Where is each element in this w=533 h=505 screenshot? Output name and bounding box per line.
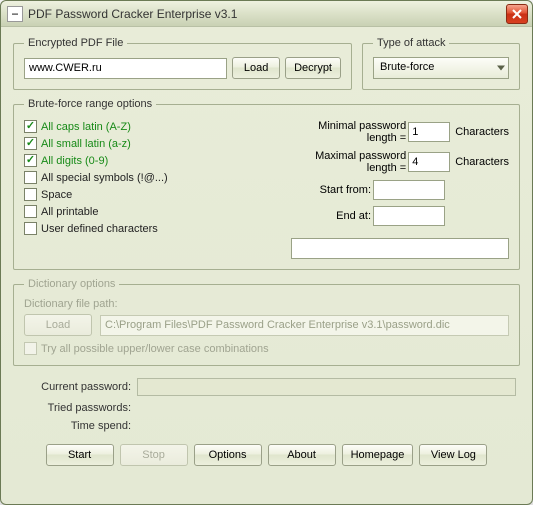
- userdef-chars-input: [291, 238, 509, 259]
- check-small-latin[interactable]: [24, 137, 37, 150]
- window-title: PDF Password Cracker Enterprise v3.1: [28, 7, 506, 21]
- time-spend-label: Time spend:: [17, 420, 137, 432]
- check-userdef[interactable]: [24, 222, 37, 235]
- check-space-label: Space: [41, 189, 72, 201]
- check-userdef-label: User defined characters: [41, 223, 158, 235]
- pdf-path-input[interactable]: [24, 58, 227, 79]
- load-pdf-button[interactable]: Load: [232, 57, 280, 79]
- max-length-label: Maximal password length =: [291, 150, 406, 174]
- encrypted-file-group: Encrypted PDF File Load Decrypt: [13, 37, 352, 90]
- start-from-label: Start from:: [320, 184, 371, 196]
- check-space[interactable]: [24, 188, 37, 201]
- dictionary-legend: Dictionary options: [24, 278, 119, 290]
- app-window: PDF Password Cracker Enterprise v3.1 Enc…: [0, 0, 533, 505]
- tried-passwords-label: Tried passwords:: [17, 402, 137, 414]
- dictionary-group: Dictionary options Dictionary file path:…: [13, 278, 520, 366]
- attack-type-legend: Type of attack: [373, 37, 449, 49]
- max-length-suffix: Characters: [452, 156, 509, 168]
- about-button[interactable]: About: [268, 444, 336, 466]
- max-length-input[interactable]: [408, 152, 450, 172]
- close-icon: [512, 9, 522, 19]
- check-caps-latin[interactable]: [24, 120, 37, 133]
- close-button[interactable]: [506, 4, 528, 24]
- check-case-combos: [24, 342, 37, 355]
- current-password-label: Current password:: [17, 381, 137, 393]
- check-special[interactable]: [24, 171, 37, 184]
- check-digits-label: All digits (0-9): [41, 155, 108, 167]
- load-dictionary-button: Load: [24, 314, 92, 336]
- start-button[interactable]: Start: [46, 444, 114, 466]
- min-length-suffix: Characters: [452, 126, 509, 138]
- decrypt-button[interactable]: Decrypt: [285, 57, 341, 79]
- attack-type-select[interactable]: Brute-force: [373, 57, 509, 79]
- end-at-input[interactable]: [373, 206, 445, 226]
- titlebar[interactable]: PDF Password Cracker Enterprise v3.1: [1, 1, 532, 27]
- viewlog-button[interactable]: View Log: [419, 444, 487, 466]
- min-length-label: Minimal password length =: [291, 120, 406, 144]
- system-menu-icon[interactable]: [7, 6, 23, 22]
- check-printable-label: All printable: [41, 206, 98, 218]
- homepage-button[interactable]: Homepage: [342, 444, 414, 466]
- end-at-label: End at:: [336, 210, 371, 222]
- check-special-label: All special symbols (!@...): [41, 172, 168, 184]
- check-caps-latin-label: All caps latin (A-Z): [41, 121, 131, 133]
- stop-button: Stop: [120, 444, 188, 466]
- dictionary-path-input: [100, 315, 509, 336]
- current-password-value: [137, 378, 516, 396]
- check-case-combos-label: Try all possible upper/lower case combin…: [41, 343, 269, 355]
- check-digits[interactable]: [24, 154, 37, 167]
- brute-force-legend: Brute-force range options: [24, 98, 156, 110]
- min-length-input[interactable]: [408, 122, 450, 142]
- check-printable[interactable]: [24, 205, 37, 218]
- encrypted-file-legend: Encrypted PDF File: [24, 37, 127, 49]
- check-small-latin-label: All small latin (a-z): [41, 138, 131, 150]
- attack-type-group: Type of attack Brute-force: [362, 37, 520, 90]
- brute-force-group: Brute-force range options All caps latin…: [13, 98, 520, 270]
- start-from-input[interactable]: [373, 180, 445, 200]
- options-button[interactable]: Options: [194, 444, 262, 466]
- dictionary-path-label: Dictionary file path:: [24, 298, 509, 310]
